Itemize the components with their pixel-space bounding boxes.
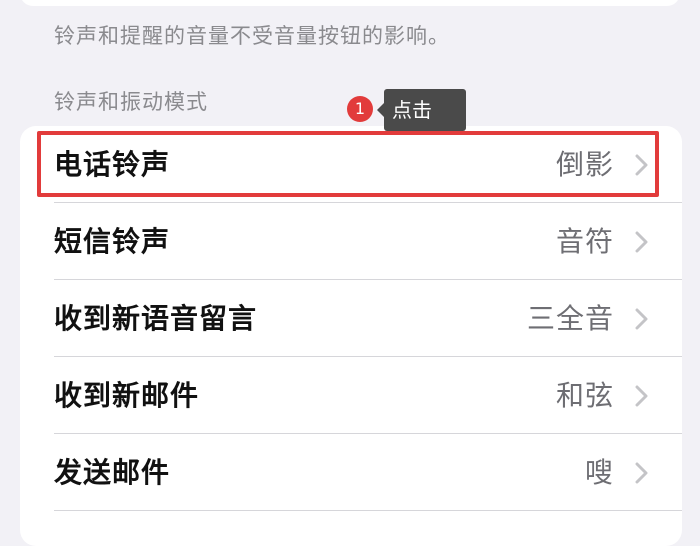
chevron-right-icon	[635, 462, 648, 484]
tap-hint-tooltip: 点击	[384, 89, 466, 131]
chevron-right-icon	[635, 308, 648, 330]
row-new-mail[interactable]: 收到新邮件 和弦	[20, 357, 682, 434]
chevron-right-icon	[635, 231, 648, 253]
row-divider	[54, 510, 682, 511]
row-value: 嗖	[584, 456, 614, 489]
row-value: 三全音	[526, 302, 614, 335]
tooltip-arrow	[377, 103, 384, 117]
row-value: 音符	[555, 225, 614, 258]
row-label: 收到新语音留言	[54, 302, 258, 335]
row-label: 收到新邮件	[54, 379, 200, 412]
highlight-box	[37, 131, 659, 197]
row-sent-mail[interactable]: 发送邮件 嗖	[20, 434, 682, 511]
section-header-ringtones: 铃声和振动模式	[54, 90, 208, 114]
row-label: 发送邮件	[54, 456, 171, 489]
volume-footnote: 铃声和提醒的音量不受音量按钮的影响。	[54, 24, 450, 48]
chevron-right-icon	[635, 385, 648, 407]
top-settings-card	[20, 0, 680, 6]
row-value: 和弦	[555, 379, 614, 412]
row-sms-ringtone[interactable]: 短信铃声 音符	[20, 203, 682, 280]
row-new-voicemail[interactable]: 收到新语音留言 三全音	[20, 280, 682, 357]
step-number-badge: 1	[347, 96, 373, 122]
row-label: 短信铃声	[54, 225, 171, 258]
